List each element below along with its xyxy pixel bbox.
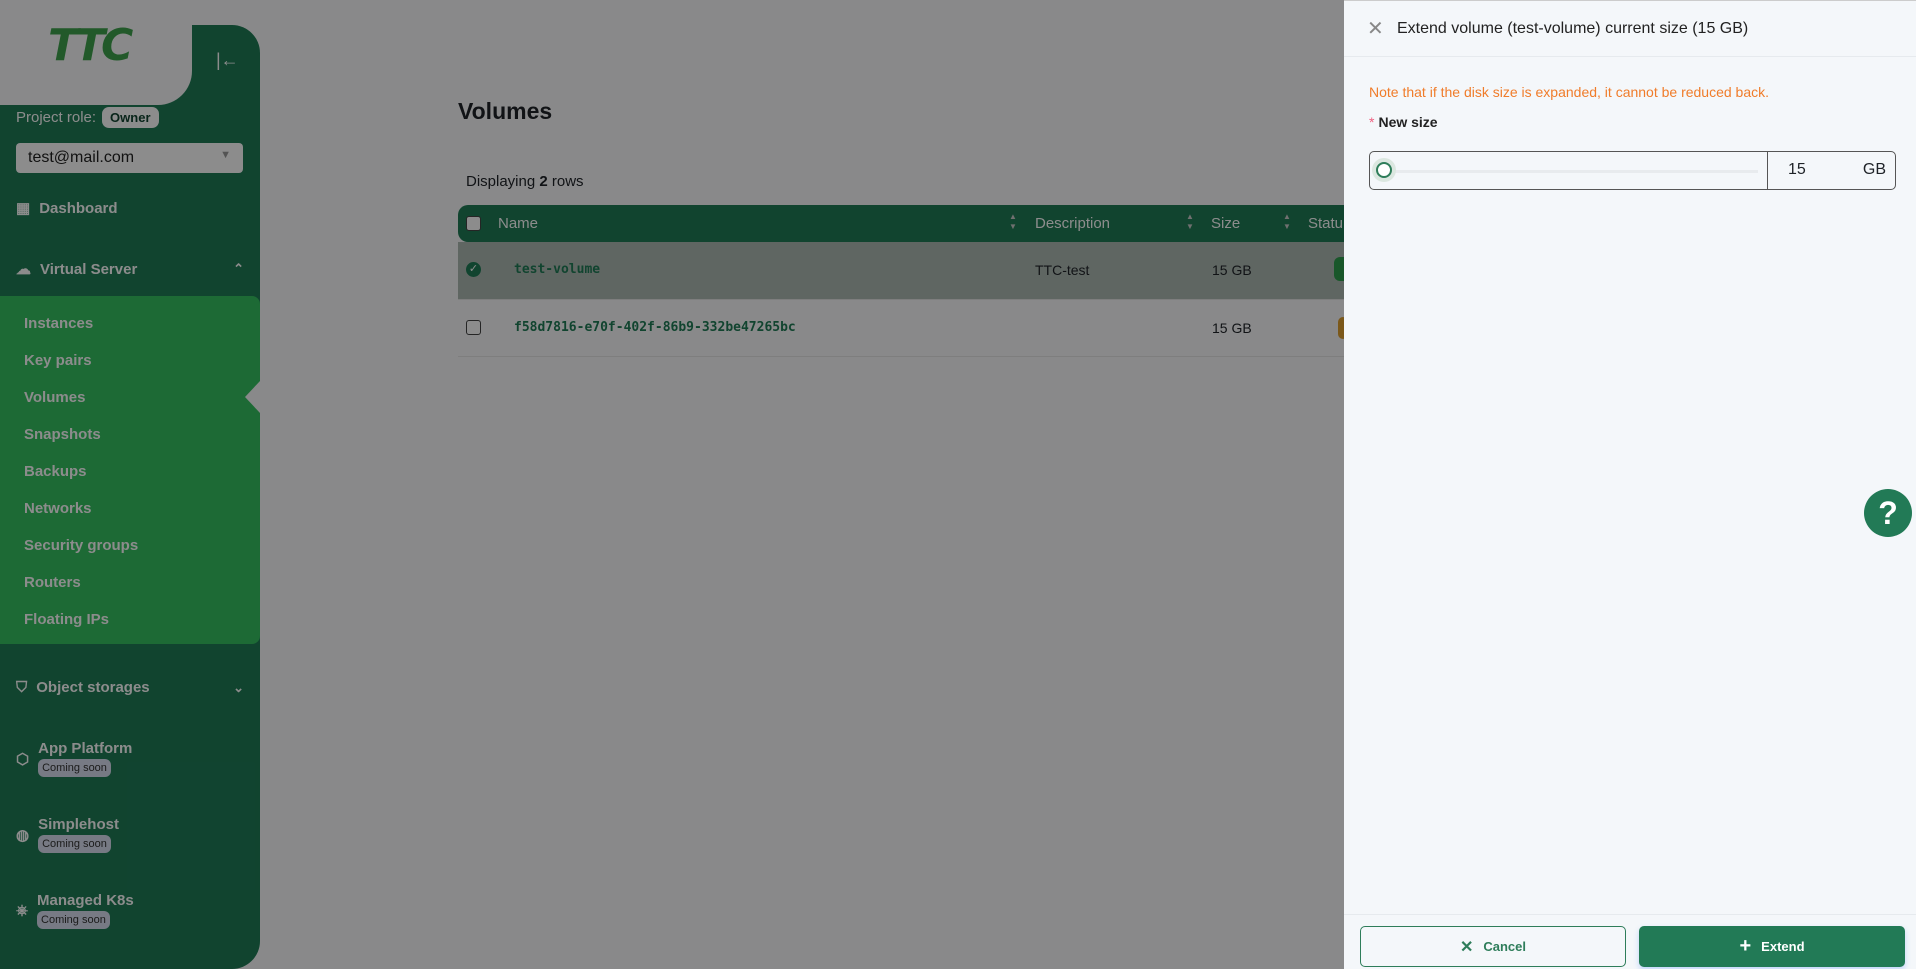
required-asterisk: * [1369, 114, 1375, 130]
extend-volume-drawer: ✕ Extend volume (test-volume) current si… [1344, 0, 1916, 969]
modal-mask[interactable] [0, 0, 1344, 969]
cancel-label: Cancel [1483, 939, 1527, 954]
drawer-title: Extend volume (test-volume) current size… [1397, 20, 1749, 37]
cancel-button[interactable]: ✕ Cancel [1360, 926, 1626, 967]
size-control: 15 GB [1369, 151, 1896, 190]
warning-note: Note that if the disk size is expanded, … [1369, 84, 1770, 100]
plus-icon: + [1739, 935, 1752, 957]
size-unit: GB [1862, 161, 1886, 178]
new-size-label: * New size [1369, 114, 1438, 130]
size-value: 15 [1788, 161, 1806, 178]
extend-label: Extend [1761, 939, 1805, 954]
drawer-footer: ✕ Cancel + Extend [1344, 914, 1916, 967]
extend-button[interactable]: + Extend [1639, 926, 1905, 967]
help-icon[interactable]: ? [1864, 489, 1912, 537]
new-size-text: New size [1378, 114, 1438, 130]
close-icon[interactable]: ✕ [1367, 16, 1384, 41]
size-slider-track[interactable] [1382, 170, 1758, 173]
drawer-header: ✕ Extend volume (test-volume) current si… [1344, 1, 1916, 57]
size-slider-handle[interactable] [1376, 162, 1392, 178]
size-input[interactable]: 15 GB [1767, 152, 1896, 189]
close-icon: ✕ [1459, 938, 1474, 956]
